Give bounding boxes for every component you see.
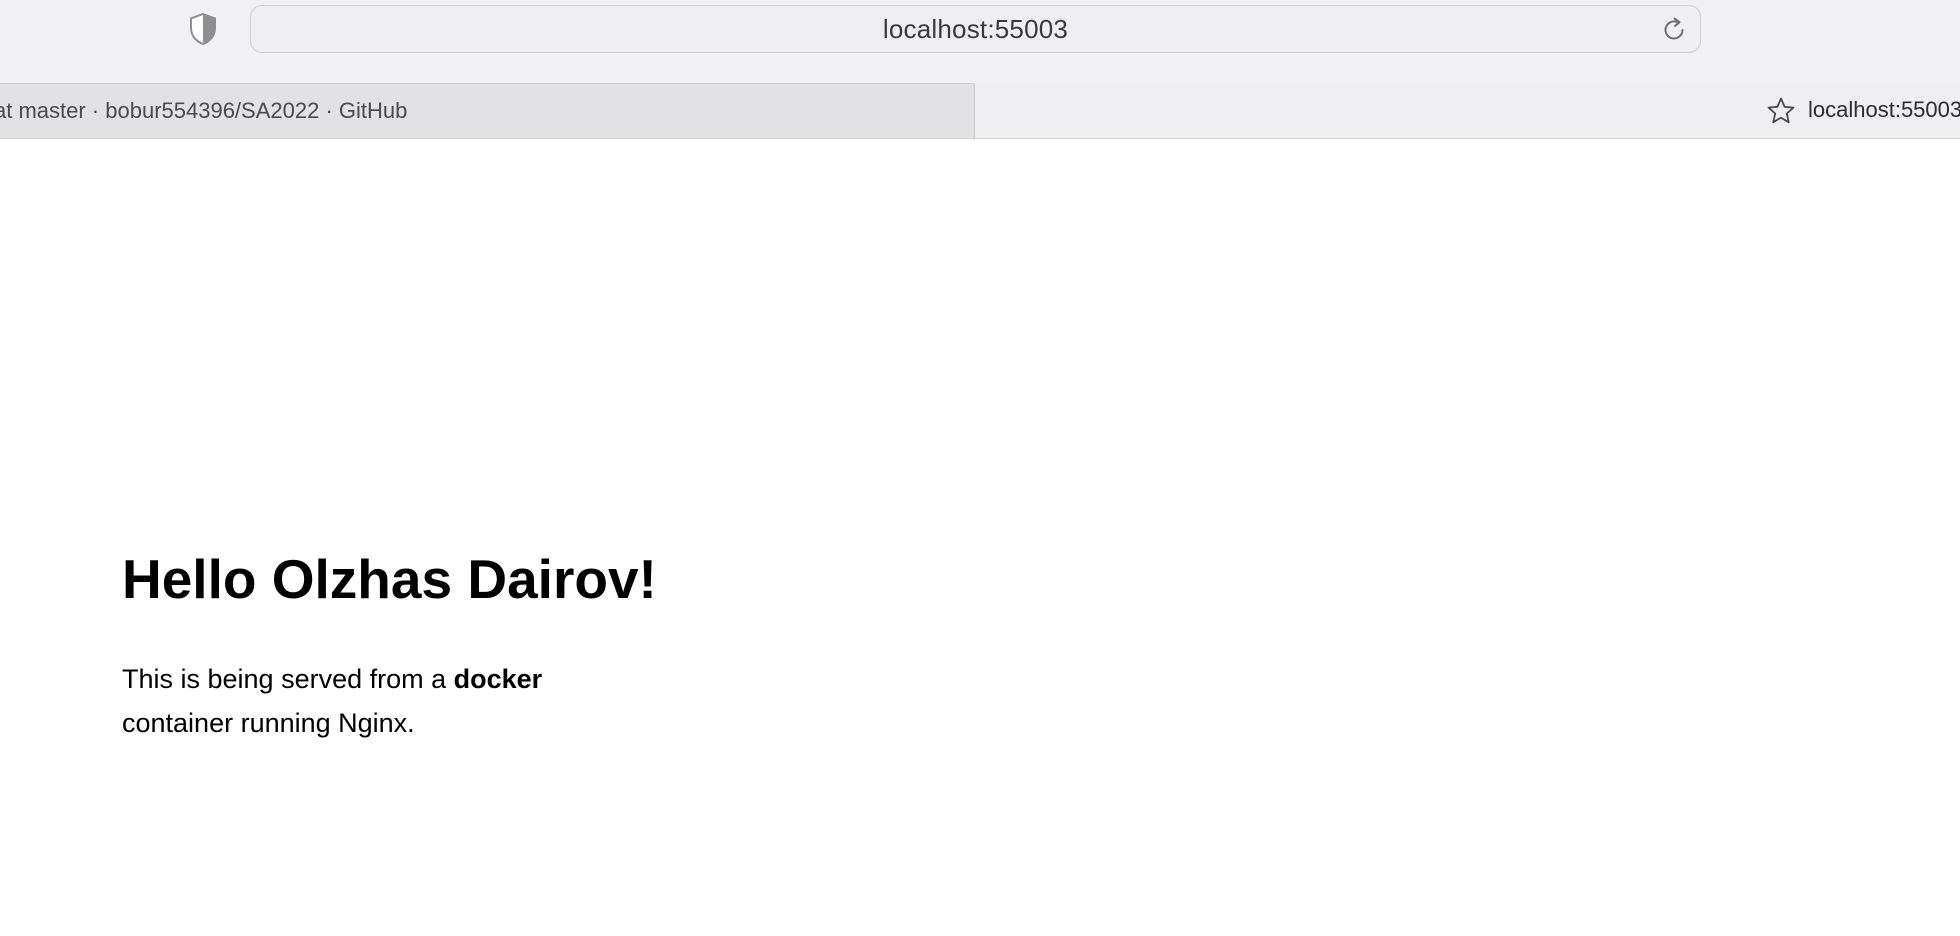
tab-bar: at master · bobur554396/SA2022 · GitHub …	[0, 83, 1960, 139]
paragraph-text-start: This is being served from a	[122, 664, 454, 694]
address-bar[interactable]: localhost:55003	[250, 5, 1701, 53]
reload-icon[interactable]	[1660, 16, 1688, 44]
star-icon[interactable]	[1766, 96, 1796, 126]
page-paragraph: This is being served from a docker conta…	[122, 657, 602, 745]
tab-localhost[interactable]: localhost:55003	[975, 83, 1960, 138]
paragraph-bold-word: docker	[453, 664, 543, 694]
shield-icon[interactable]	[188, 12, 218, 46]
paragraph-text-end: container running Nginx.	[122, 708, 415, 738]
page-content	[0, 139, 1960, 936]
address-text[interactable]: localhost:55003	[251, 6, 1700, 52]
browser-toolbar: localhost:55003	[0, 0, 1960, 83]
tab-title: localhost:55003	[1808, 97, 1960, 122]
page-title: Hello Olzhas Dairov!	[122, 548, 657, 610]
browser-window: localhost:55003 at master · bobur554396/…	[0, 0, 1960, 936]
tab-github[interactable]: at master · bobur554396/SA2022 · GitHub	[0, 83, 975, 138]
tab-title: at master · bobur554396/SA2022 · GitHub	[0, 98, 408, 123]
